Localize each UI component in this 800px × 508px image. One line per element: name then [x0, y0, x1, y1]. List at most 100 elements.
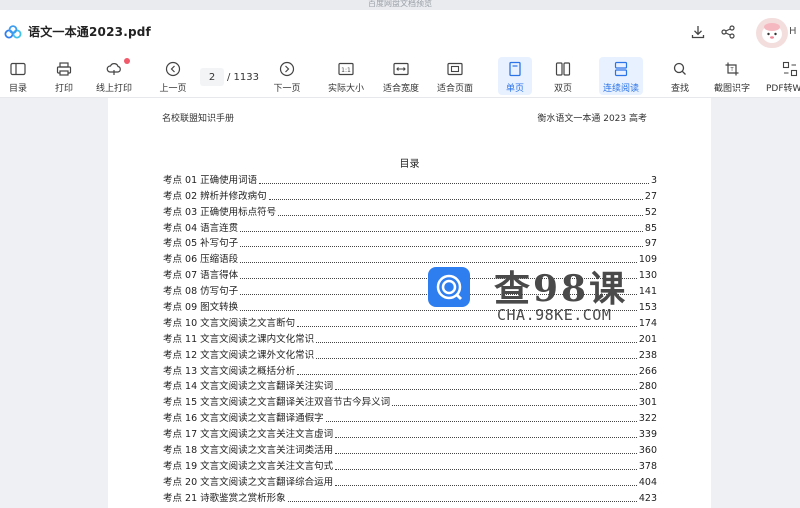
share-icon[interactable] — [718, 22, 738, 42]
watermark-title: 查98课 — [494, 268, 629, 310]
search-icon — [670, 59, 690, 79]
toc-leader-dots — [240, 230, 643, 232]
toc-entry[interactable]: 考点 03 正确使用标点符号 52 — [163, 203, 657, 219]
window-title: 百度网盘文档预览 — [0, 0, 800, 10]
printer-icon — [54, 59, 74, 79]
toc-title: 目录 — [399, 159, 420, 170]
watermark: 查98课 CHA.98KE.COM — [428, 264, 638, 328]
toc-entry[interactable]: 考点 19 文言文阅读之文言关注文言句式 378 — [163, 457, 657, 473]
toc-entry-title: 考点 05 补写句子 — [163, 238, 239, 250]
toc-leader-dots — [335, 389, 637, 391]
baidu-netdisk-logo-icon — [4, 25, 22, 39]
toc-entry-page: 322 — [638, 413, 657, 425]
download-icon[interactable] — [688, 22, 708, 42]
single-page-icon — [505, 59, 525, 79]
toc-leader-dots — [316, 341, 637, 343]
toc-entry-title: 考点 08 仿写句子 — [163, 286, 239, 298]
toc-entry-title: 考点 01 正确使用词语 — [163, 174, 258, 186]
toc-entry-page: 201 — [638, 333, 657, 345]
toc-entry-title: 考点 15 文言文阅读之文言翻译关注双音节古今异义词 — [163, 397, 391, 409]
toc-leader-dots — [335, 484, 637, 486]
toc-entry[interactable]: 考点 12 文言文阅读之课外文化常识 238 — [163, 346, 657, 362]
actual-size-button[interactable]: 1:1 实际大小 — [326, 57, 366, 95]
toc-entry-title: 考点 13 文言文阅读之概括分析 — [163, 365, 296, 377]
toc-leader-dots — [268, 198, 643, 200]
toc-entry-title: 考点 12 文言文阅读之课外文化常识 — [163, 349, 315, 361]
running-header-left: 名校联盟知识手册 — [162, 114, 235, 124]
prev-page-button[interactable]: 上一页 — [158, 57, 188, 95]
toc-entry-title: 考点 03 正确使用标点符号 — [163, 206, 277, 218]
toolbar: 目录 打印 线上打印 上一页 2 / 1133 下一页 1:1 实际大小 适合宽… — [0, 54, 800, 98]
page-indicator: 2 / 1133 — [200, 68, 260, 86]
double-page-button[interactable]: 双页 — [546, 57, 580, 95]
toc-leader-dots — [335, 437, 637, 439]
toc-entry-title: 考点 09 图文转换 — [163, 302, 239, 314]
search-button[interactable]: 查找 — [666, 57, 694, 95]
user-avatar[interactable] — [756, 18, 788, 48]
toc-entry-title: 考点 21 诗歌鉴赏之赏析形象 — [163, 492, 286, 504]
toc-entry-title: 考点 04 语言连贯 — [163, 222, 239, 234]
toc-leader-dots — [392, 405, 637, 407]
toc-entry[interactable]: 考点 11 文言文阅读之课内文化常识 201 — [163, 330, 657, 346]
continuous-scroll-icon — [611, 59, 631, 79]
pdf-convert-button[interactable]: PDF转W — [766, 57, 800, 95]
viewer-scrollbar[interactable] — [792, 98, 800, 508]
toc-entry-title: 考点 16 文言文阅读之文言翻译通假字 — [163, 413, 324, 425]
toc-entry-page: 238 — [638, 349, 657, 361]
sidebar-panel-icon — [8, 59, 28, 79]
toc-entry-page: 97 — [644, 238, 657, 250]
next-page-button[interactable]: 下一页 — [272, 57, 302, 95]
page-total: / 1133 — [227, 71, 259, 83]
toc-entry-page: 52 — [644, 206, 657, 218]
toc-entry[interactable]: 考点 01 正确使用词语 3 — [163, 171, 657, 187]
toc-entry[interactable]: 考点 13 文言文阅读之概括分析 266 — [163, 362, 657, 378]
toc-leader-dots — [287, 500, 637, 502]
toc-entry[interactable]: 考点 05 补写句子 97 — [163, 235, 657, 251]
toc-entry-page: 378 — [638, 460, 657, 472]
toc-entry[interactable]: 考点 02 辨析并修改病句 27 — [163, 187, 657, 203]
single-page-button[interactable]: 单页 — [498, 57, 532, 95]
toc-leader-dots — [259, 182, 649, 184]
catalog-button[interactable]: 目录 — [4, 57, 32, 95]
toc-entry-title: 考点 11 文言文阅读之课内文化常识 — [163, 333, 315, 345]
document-viewer[interactable]: 名校联盟知识手册 衡水语文一本通 2023 高考 目录 考点 01 正确使用词语… — [0, 98, 800, 508]
toc-entry-page: 360 — [638, 445, 657, 457]
fit-width-button[interactable]: 适合宽度 — [381, 57, 421, 95]
toc-entry[interactable]: 考点 14 文言文阅读之文言翻译关注实词 280 — [163, 378, 657, 394]
print-button[interactable]: 打印 — [50, 57, 78, 95]
toc-entry-page: 280 — [638, 381, 657, 393]
toc-leader-dots — [325, 421, 637, 423]
cloud-print-icon — [104, 59, 124, 79]
toc-entry-title: 考点 10 文言文阅读之文言断句 — [163, 317, 296, 329]
chevron-right-circle-icon — [277, 59, 297, 79]
toc-entry-page: 266 — [638, 365, 657, 377]
running-header-right: 衡水语文一本通 2023 高考 — [537, 114, 647, 124]
toc-entry[interactable]: 考点 21 诗歌鉴赏之赏析形象 423 — [163, 489, 657, 505]
file-name: 语文一本通2023.pdf — [28, 25, 151, 39]
toc-entry[interactable]: 考点 20 文言文阅读之文言翻译综合运用 404 — [163, 473, 657, 489]
toc-entry-page: 141 — [638, 286, 657, 298]
toc-leader-dots — [240, 246, 643, 248]
toc-entry-page: 85 — [644, 222, 657, 234]
toc-leader-dots — [335, 453, 637, 455]
fit-page-button[interactable]: 适合页面 — [435, 57, 475, 95]
continuous-reading-button[interactable]: 连续阅读 — [599, 57, 643, 95]
toc-entry[interactable]: 考点 15 文言文阅读之文言翻译关注双音节古今异义词 301 — [163, 393, 657, 409]
screenshot-ocr-button[interactable]: T 截图识字 — [711, 57, 753, 95]
toc-entry[interactable]: 考点 17 文言文阅读之文言关注文言虚词 339 — [163, 425, 657, 441]
toc-entry-page: 130 — [638, 270, 657, 282]
toc-entry-page: 153 — [638, 302, 657, 314]
toc-entry-page: 423 — [638, 492, 657, 504]
toc-leader-dots — [297, 373, 637, 375]
toc-leader-dots — [278, 214, 643, 216]
toc-entry-title: 考点 06 压缩语段 — [163, 254, 239, 266]
page-number-input[interactable]: 2 — [200, 68, 224, 86]
toc-entry[interactable]: 考点 18 文言文阅读之文言关注词类活用 360 — [163, 441, 657, 457]
avatar-face-icon — [762, 23, 782, 43]
toc-entry[interactable]: 考点 04 语言连贯 85 — [163, 219, 657, 235]
pdf-convert-icon — [780, 59, 800, 79]
toc-entry[interactable]: 考点 16 文言文阅读之文言翻译通假字 322 — [163, 409, 657, 425]
svg-text:T: T — [729, 67, 734, 73]
toc-entry-title: 考点 02 辨析并修改病句 — [163, 190, 267, 202]
notification-dot — [124, 58, 130, 64]
